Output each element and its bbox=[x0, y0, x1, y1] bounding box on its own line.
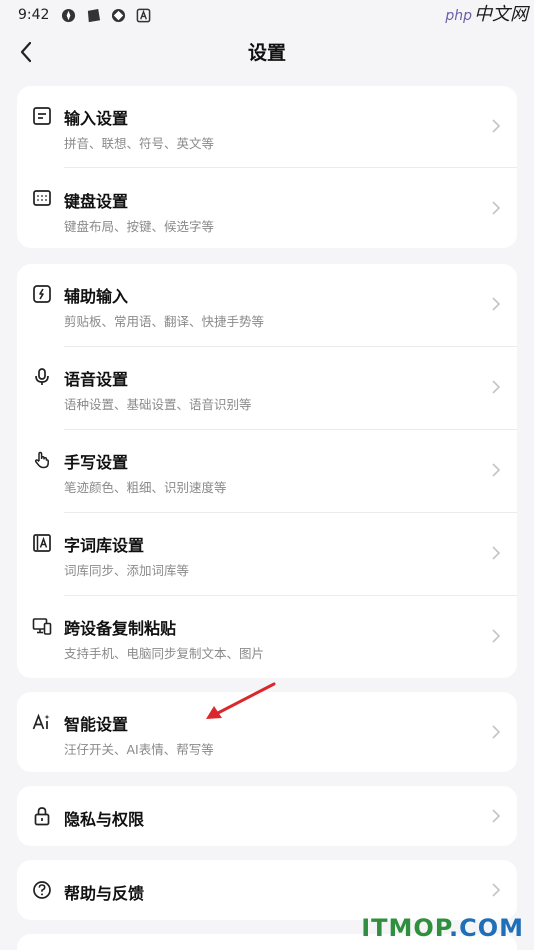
settings-item-subtitle: 键盘布局、按键、候选字等 bbox=[64, 219, 215, 234]
chevron-right-icon bbox=[491, 883, 501, 897]
settings-card-features: 辅助输入 剪贴板、常用语、翻译、快捷手势等 语音设置 语种设置、基础设置、语音识… bbox=[17, 264, 517, 678]
settings-item-dictionary[interactable]: 字词库设置 词库同步、添加词库等 bbox=[17, 513, 517, 596]
settings-item-subtitle: 笔迹颜色、粗细、识别速度等 bbox=[64, 480, 227, 495]
app-notification-icon bbox=[86, 8, 101, 23]
microphone-icon bbox=[32, 367, 52, 387]
settings-item-help[interactable]: 帮助与反馈 bbox=[17, 860, 517, 920]
chevron-right-icon bbox=[491, 297, 501, 311]
ai-icon bbox=[32, 712, 52, 732]
settings-item-assist-input[interactable]: 辅助输入 剪贴板、常用语、翻译、快捷手势等 bbox=[17, 264, 517, 347]
settings-item-subtitle: 语种设置、基础设置、语音识别等 bbox=[64, 397, 252, 412]
settings-item-subtitle: 汪仔开关、AI表情、帮写等 bbox=[64, 742, 214, 757]
page-title: 设置 bbox=[247, 42, 286, 64]
app-notification-icon bbox=[111, 8, 126, 23]
settings-item-subtitle: 拼音、联想、符号、英文等 bbox=[64, 136, 215, 151]
settings-item-handwriting[interactable]: 手写设置 笔迹颜色、粗细、识别速度等 bbox=[17, 430, 517, 513]
settings-item-title: 输入设置 bbox=[64, 109, 129, 128]
settings-item-keyboard[interactable]: 键盘设置 键盘布局、按键、候选字等 bbox=[17, 168, 517, 248]
chevron-right-icon bbox=[491, 119, 501, 133]
chevron-right-icon bbox=[491, 809, 501, 823]
watermark-top: php 中文网 bbox=[445, 0, 528, 26]
settings-item-title: 智能设置 bbox=[64, 715, 129, 734]
keyboard-icon bbox=[32, 188, 52, 208]
settings-item-title: 字词库设置 bbox=[64, 536, 145, 555]
settings-card-privacy: 隐私与权限 bbox=[17, 786, 517, 846]
chevron-right-icon bbox=[491, 380, 501, 394]
status-time: 9:42 bbox=[18, 7, 50, 23]
chevron-right-icon bbox=[491, 629, 501, 643]
app-notification-icon bbox=[136, 8, 151, 23]
watermark-cn: 中文网 bbox=[474, 4, 528, 25]
hand-icon bbox=[32, 450, 52, 470]
settings-item-privacy[interactable]: 隐私与权限 bbox=[17, 786, 517, 846]
chevron-right-icon bbox=[491, 725, 501, 739]
settings-item-cross-device[interactable]: 跨设备复制粘贴 支持手机、电脑同步复制文本、图片 bbox=[17, 596, 517, 678]
settings-item-title: 辅助输入 bbox=[64, 287, 129, 306]
settings-item-voice[interactable]: 语音设置 语种设置、基础设置、语音识别等 bbox=[17, 347, 517, 430]
watermark-bottom: ITMOP.COM bbox=[361, 914, 524, 942]
watermark-php: php bbox=[445, 8, 472, 24]
settings-item-title: 键盘设置 bbox=[64, 192, 129, 211]
settings-item-title: 帮助与反馈 bbox=[64, 884, 145, 903]
settings-card-input: 输入设置 拼音、联想、符号、英文等 键盘设置 键盘布局、按键、候选字等 bbox=[17, 86, 517, 248]
chevron-right-icon bbox=[491, 463, 501, 477]
watermark-brand-b: .COM bbox=[448, 914, 524, 942]
document-icon bbox=[32, 106, 52, 126]
watermark-brand-a: ITMOP bbox=[361, 914, 449, 942]
chevron-right-icon bbox=[491, 201, 501, 215]
app-notification-icon bbox=[61, 8, 76, 23]
settings-card-help: 帮助与反馈 bbox=[17, 860, 517, 920]
header: 设置 bbox=[0, 30, 534, 74]
dictionary-icon bbox=[32, 533, 52, 553]
settings-item-title: 语音设置 bbox=[64, 370, 129, 389]
settings-item-input[interactable]: 输入设置 拼音、联想、符号、英文等 bbox=[17, 86, 517, 168]
settings-item-title: 手写设置 bbox=[64, 453, 129, 472]
settings-item-subtitle: 支持手机、电脑同步复制文本、图片 bbox=[64, 646, 265, 661]
devices-icon bbox=[32, 616, 52, 636]
edit-icon bbox=[32, 284, 52, 304]
settings-item-title: 隐私与权限 bbox=[64, 810, 145, 829]
annotation-arrow-icon bbox=[206, 682, 276, 719]
help-icon bbox=[32, 880, 52, 900]
settings-item-subtitle: 词库同步、添加词库等 bbox=[64, 563, 190, 578]
chevron-right-icon bbox=[491, 546, 501, 560]
lock-icon bbox=[32, 806, 52, 826]
settings-item-title: 跨设备复制粘贴 bbox=[64, 619, 177, 638]
settings-item-subtitle: 剪贴板、常用语、翻译、快捷手势等 bbox=[64, 314, 265, 329]
status-icons bbox=[61, 8, 151, 23]
